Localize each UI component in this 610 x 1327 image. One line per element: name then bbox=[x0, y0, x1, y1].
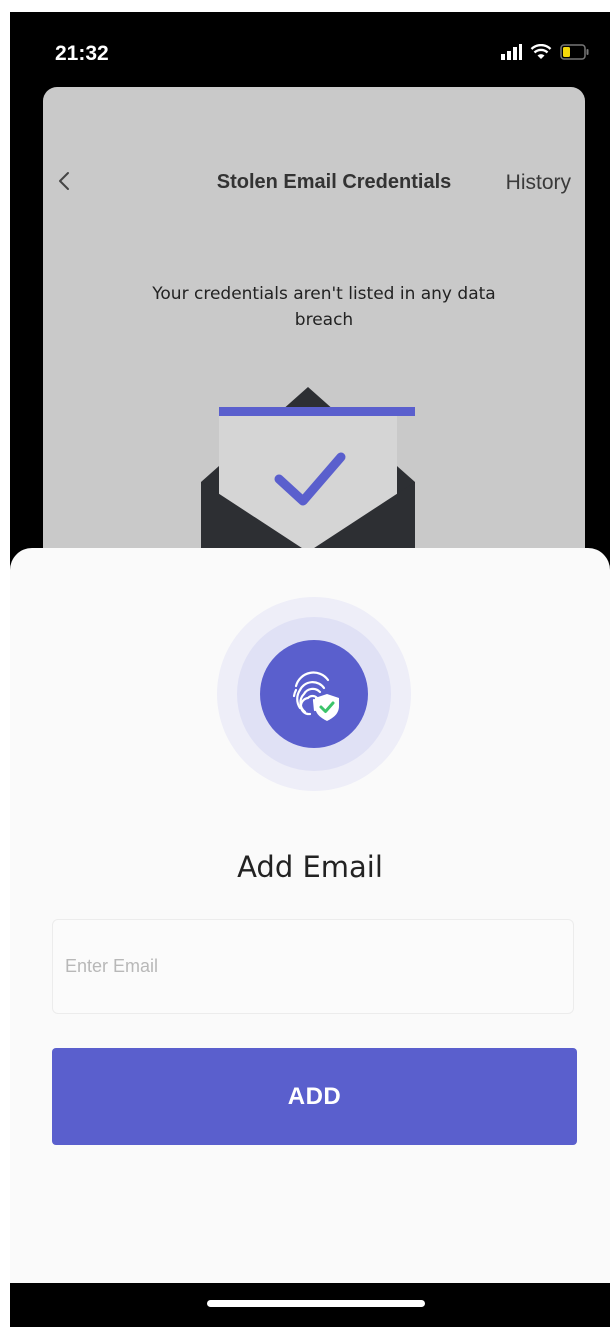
wifi-icon bbox=[530, 44, 552, 59]
page-title: Stolen Email Credentials bbox=[216, 171, 452, 193]
status-time: 21:32 bbox=[55, 42, 109, 65]
home-indicator bbox=[207, 1300, 425, 1307]
add-email-sheet: Add Email ADD bbox=[10, 548, 610, 1283]
breach-status-message: Your credentials aren't listed in any da… bbox=[152, 284, 496, 330]
battery-icon bbox=[560, 44, 589, 60]
signal-icon bbox=[501, 44, 522, 60]
phone-screen: 21:32 Stolen Email Credentials History Y… bbox=[10, 12, 610, 1327]
email-input[interactable] bbox=[52, 919, 574, 1014]
background-screen-card: Stolen Email Credentials History Your cr… bbox=[43, 87, 585, 607]
status-icons bbox=[500, 44, 590, 60]
history-link[interactable]: History bbox=[506, 171, 571, 195]
add-button[interactable]: ADD bbox=[52, 1048, 577, 1145]
fingerprint-shield-icon bbox=[292, 671, 339, 721]
fingerprint-badge bbox=[217, 597, 411, 791]
sheet-title: Add Email bbox=[237, 850, 383, 884]
